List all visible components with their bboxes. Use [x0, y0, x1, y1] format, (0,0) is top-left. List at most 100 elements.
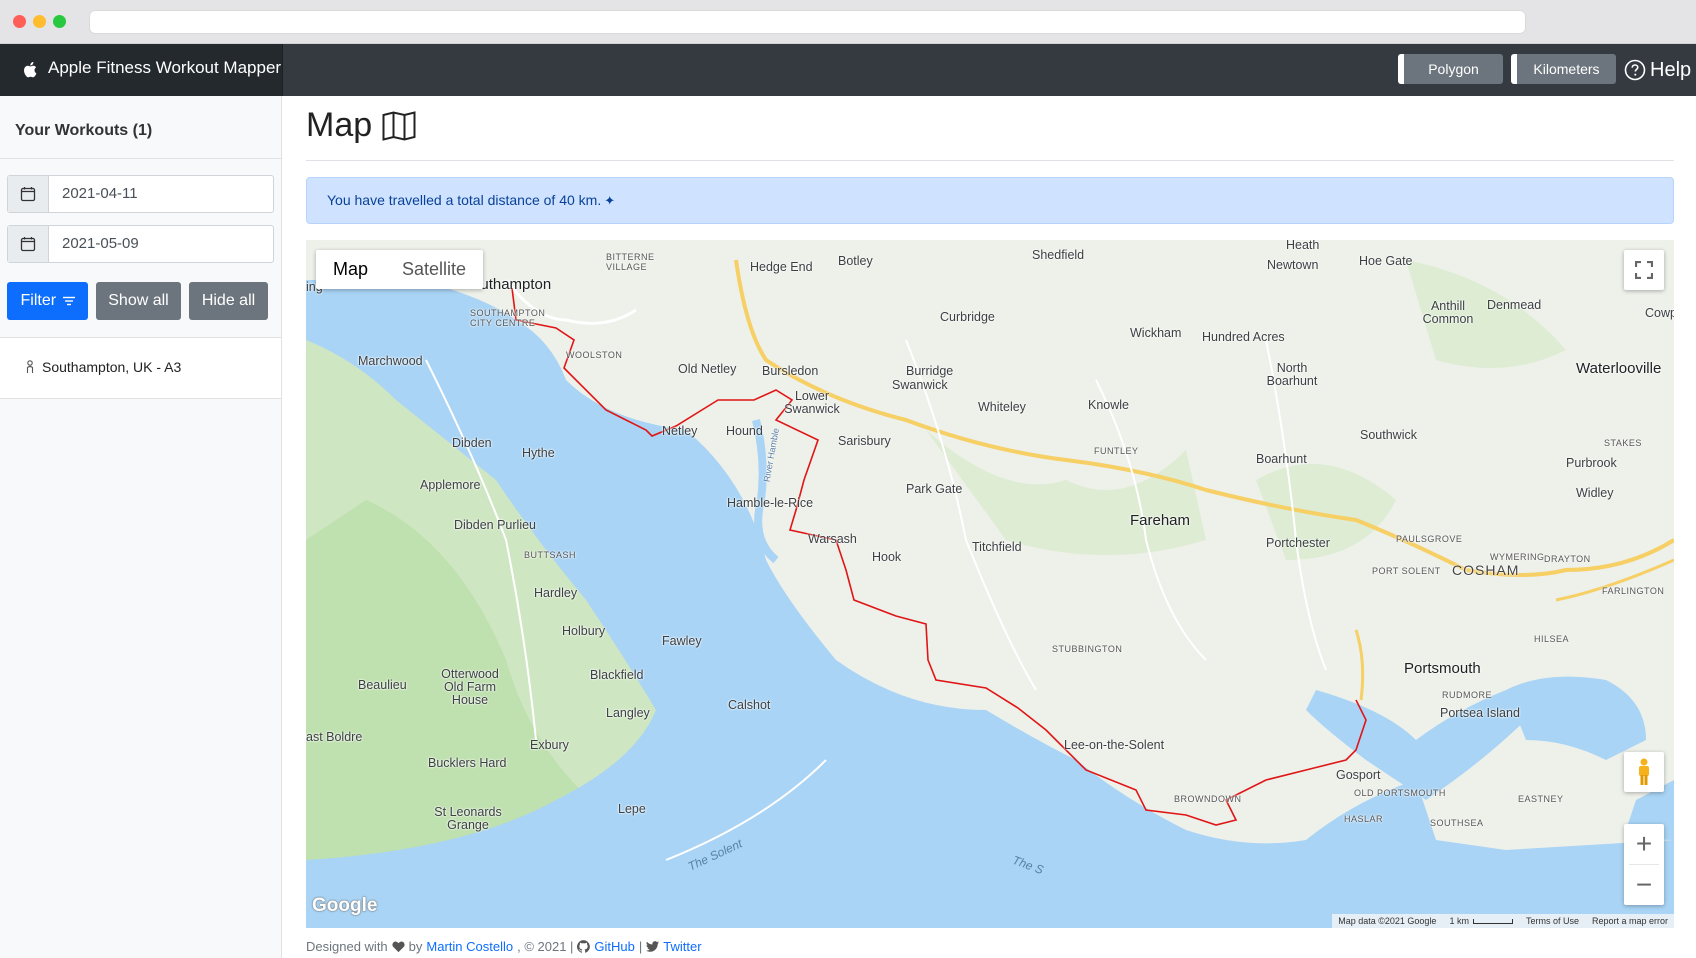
workout-item[interactable]: Southampton, UK - A3: [24, 359, 181, 375]
polygon-toggle-button[interactable]: Polygon: [1398, 54, 1503, 84]
minimize-window-button[interactable]: [33, 15, 46, 28]
map-label: Lower Swanwick: [784, 389, 840, 416]
map-label: Otterwood Old Farm House: [441, 667, 499, 707]
github-icon: [577, 940, 591, 953]
map-label: STAKES: [1604, 438, 1642, 448]
map-type-satellite-button[interactable]: Satellite: [385, 250, 483, 289]
map-label: Cowp: [1645, 306, 1674, 320]
address-bar[interactable]: [89, 10, 1526, 34]
map-label: North Boarhunt: [1266, 361, 1318, 388]
workouts-title: Your Workouts (1): [15, 122, 153, 139]
footer-designed-with: Designed with: [306, 939, 388, 954]
filter-button[interactable]: Filter: [7, 282, 88, 320]
terms-link[interactable]: Terms of Use: [1526, 916, 1579, 926]
map-label: Park Gate: [906, 482, 963, 496]
map-label: Gosport: [1336, 768, 1381, 782]
map-label: Curbridge: [940, 310, 995, 324]
map-label: Newtown: [1267, 258, 1319, 272]
map-label: Hundred Acres: [1202, 330, 1285, 344]
map-label: Sarisbury: [838, 434, 891, 448]
map-label: Wickham: [1130, 326, 1182, 340]
map-label: HILSEA: [1534, 634, 1570, 644]
map-type-map-button[interactable]: Map: [316, 250, 385, 289]
maximize-window-button[interactable]: [53, 15, 66, 28]
map-label: Bursledon: [762, 364, 819, 378]
report-error-link[interactable]: Report a map error: [1592, 916, 1668, 926]
map-label: STUBBINGTON: [1052, 644, 1123, 654]
map-label: Hound: [726, 424, 763, 438]
distance-text: You have travelled a total distance of 4…: [327, 192, 602, 208]
show-all-button[interactable]: Show all: [96, 282, 181, 320]
map-label: Waterlooville: [1576, 360, 1662, 377]
workout-list: Southampton, UK - A3: [0, 337, 281, 399]
map-label: BROWNDOWN: [1174, 794, 1242, 804]
map-label: Fareham: [1130, 512, 1191, 529]
start-date-input[interactable]: 2021-04-11: [49, 176, 138, 212]
map-label: Dibden: [452, 436, 492, 450]
filter-icon: [62, 296, 75, 305]
map-label: Boarhunt: [1256, 452, 1307, 466]
zoom-in-button[interactable]: +: [1624, 824, 1664, 864]
google-logo: Google: [312, 895, 378, 916]
map-label: FUNTLEY: [1094, 446, 1139, 456]
map-label: Hedge End: [750, 260, 813, 274]
map-label: Titchfield: [972, 540, 1022, 554]
map-label: WYMERING: [1490, 552, 1545, 562]
brand-title: Apple Fitness Workout Mapper: [48, 58, 282, 77]
help-link[interactable]: Help: [1624, 58, 1691, 82]
map-label: Portsmouth: [1404, 660, 1481, 677]
calendar-icon: [20, 237, 36, 252]
units-toggle-button[interactable]: Kilometers: [1511, 54, 1616, 84]
map-label: Netley: [662, 424, 698, 438]
page-title-text: Map: [306, 106, 373, 144]
map-label: SOUTHAMPTON CITY CENTRE: [470, 308, 546, 328]
map-label: Lee-on-the-Solent: [1064, 738, 1165, 752]
apple-icon: [24, 61, 37, 78]
map-label: Portsea Island: [1440, 706, 1520, 720]
calendar-icon: [20, 187, 36, 202]
close-window-button[interactable]: [13, 15, 26, 28]
map-label: Botley: [838, 254, 873, 268]
map-label: Purbrook: [1566, 456, 1617, 470]
start-date-picker-button[interactable]: [8, 176, 49, 212]
author-link[interactable]: Martin Costello: [426, 939, 513, 954]
map-label: BITTERNE VILLAGE: [606, 252, 655, 272]
fullscreen-button[interactable]: [1624, 250, 1664, 290]
sidebar: Your Workouts (1) 2021-04-11 2021-05-09 …: [0, 96, 282, 958]
map-label: Hythe: [522, 446, 555, 460]
map-label: Lepe: [618, 802, 646, 816]
map-label: DRAYTON: [1544, 554, 1591, 564]
map-canvas[interactable]: Southampton SOUTHAMPTON CITY CENTRE BITT…: [306, 240, 1674, 928]
street-view-pegman[interactable]: [1624, 752, 1664, 792]
map-label: Applemore: [420, 478, 481, 492]
map-label: EASTNEY: [1518, 794, 1564, 804]
filter-label: Filter: [20, 292, 57, 309]
footer-by: by: [408, 939, 423, 954]
twitter-icon: [646, 941, 660, 952]
github-link[interactable]: GitHub: [594, 939, 634, 954]
hide-all-button[interactable]: Hide all: [189, 282, 268, 320]
map-label: Fawley: [662, 634, 702, 648]
map-label: Dibden Purlieu: [454, 518, 536, 532]
help-icon: [1624, 59, 1646, 81]
pegman-icon: [1639, 758, 1649, 785]
end-date-picker-button[interactable]: [8, 226, 49, 262]
map-label: ast Boldre: [306, 730, 363, 744]
brand[interactable]: Apple Fitness Workout Mapper: [0, 44, 283, 96]
map-label: Hook: [872, 550, 902, 564]
map-label: Denmead: [1487, 298, 1542, 312]
scale-bar[interactable]: 1 km: [1449, 916, 1513, 926]
zoom-control: + −: [1624, 824, 1664, 905]
end-date-input[interactable]: 2021-05-09: [49, 226, 139, 262]
person-icon: [26, 360, 34, 373]
map-label: Exbury: [530, 738, 569, 752]
map-attribution: Map data ©2021 Google 1 km Terms of Use …: [1332, 914, 1674, 928]
zoom-out-button[interactable]: −: [1624, 865, 1664, 905]
top-navbar: Apple Fitness Workout Mapper Polygon Kil…: [0, 44, 1696, 96]
twitter-link[interactable]: Twitter: [663, 939, 701, 954]
map-label: Marchwood: [358, 354, 423, 368]
map-label: PORT SOLENT: [1372, 566, 1441, 576]
map-label: Anthill Common: [1422, 299, 1474, 326]
footer: Designed with by Martin Costello , © 202…: [306, 939, 702, 954]
map-label: Old Netley: [678, 362, 737, 376]
